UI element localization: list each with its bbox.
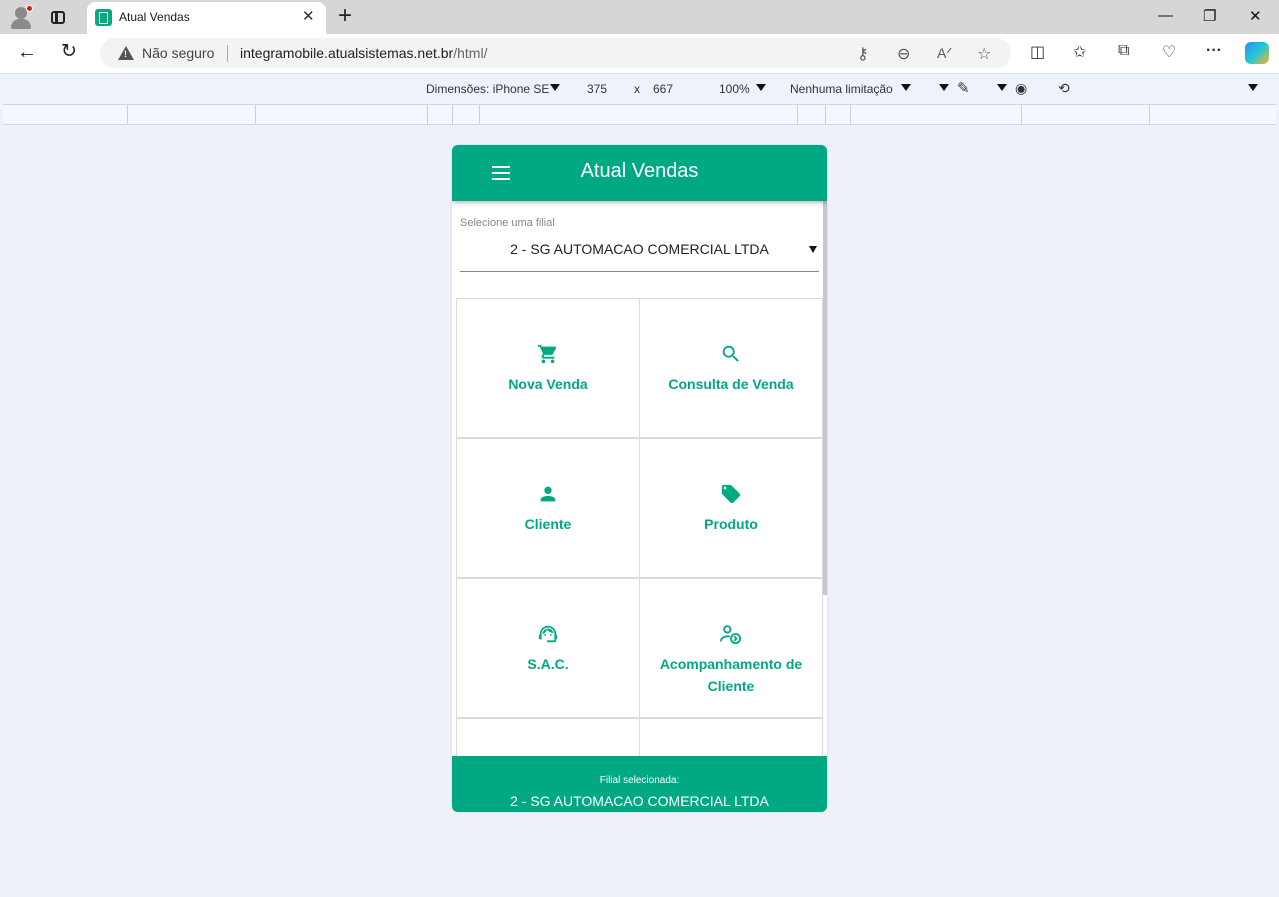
tab-strip: Atual Vendas ✕ + — ❐ ✕ <box>0 0 1279 34</box>
app-favicon-icon <box>95 9 112 26</box>
collections-icon[interactable]: ⧉ <box>1118 42 1129 60</box>
address-bar[interactable]: Não seguro integramobile.atualsistemas.n… <box>100 38 1011 68</box>
favorites-icon[interactable]: ✩ <box>1073 42 1086 62</box>
branch-select-label: Selecione uma filial <box>460 217 555 229</box>
key-icon[interactable]: ⚷ <box>857 44 869 64</box>
app-header: Atual Vendas <box>452 145 827 201</box>
new-tab-icon[interactable]: + <box>338 4 352 28</box>
favorite-star-icon[interactable]: ☆ <box>977 44 991 64</box>
person-track-icon <box>640 623 822 645</box>
tile-label: Nova Venda <box>508 376 588 392</box>
dimensions-dropdown-icon[interactable] <box>550 84 560 91</box>
eyedropper-dropdown-icon[interactable] <box>939 84 949 91</box>
dimension-separator: x <box>634 82 640 96</box>
url-host: integramobile.atualsistemas.net.br <box>240 45 454 61</box>
zoom-out-icon[interactable]: ⊖ <box>897 44 910 64</box>
search-icon <box>640 343 822 365</box>
eyedropper-icon[interactable]: ✎ <box>957 79 970 97</box>
selected-branch-footer: Filial selecionada: 2 - SG AUTOMACAO COM… <box>452 756 827 812</box>
restore-button[interactable]: ❐ <box>1203 7 1216 25</box>
tile-label: S.A.C. <box>527 656 569 672</box>
media-query-ruler <box>3 104 1276 125</box>
tile-label: Produto <box>704 516 758 532</box>
profile-avatar-icon[interactable] <box>10 5 34 29</box>
tile-nova-venda[interactable]: Nova Venda <box>456 298 640 438</box>
read-aloud-icon[interactable]: Aᐟ <box>937 45 952 62</box>
back-arrow-icon[interactable]: ← <box>17 40 37 64</box>
branch-select[interactable]: Selecione uma filial 2 - SG AUTOMACAO CO… <box>460 217 819 272</box>
device-width-input[interactable]: 375 <box>587 82 607 96</box>
browser-tab-active[interactable]: Atual Vendas ✕ <box>87 2 326 34</box>
split-screen-icon[interactable]: ◫ <box>1030 42 1045 62</box>
dropdown-arrow-icon[interactable] <box>809 246 817 253</box>
zoom-select[interactable]: 100% <box>719 82 750 96</box>
scrollbar[interactable] <box>823 201 827 595</box>
url-path: /html/ <box>453 45 488 61</box>
device-viewport: Atual Vendas Selecione uma filial 2 - SG… <box>452 145 827 812</box>
warning-icon[interactable] <box>118 46 134 60</box>
browser-toolbar: ← ↻ Não seguro integramobile.atualsistem… <box>0 34 1279 73</box>
tile-consulta-de-venda[interactable]: Consulta de Venda <box>639 298 823 438</box>
tab-title: Atual Vendas <box>119 10 190 24</box>
tile-label: Acompanhamento de Cliente <box>659 656 803 694</box>
device-toolbar: Dimensões: iPhone SE 375 x 667 100% Nenh… <box>0 73 1279 104</box>
more-devtools-options-icon[interactable] <box>1248 84 1258 91</box>
tile-sac[interactable]: S.A.C. <box>456 578 640 718</box>
tag-icon <box>640 483 822 505</box>
url-text[interactable]: integramobile.atualsistemas.net.br/html/ <box>240 45 487 61</box>
more-options-icon[interactable]: ··· <box>1206 42 1222 60</box>
branch-select-value[interactable]: 2 - SG AUTOMACAO COMERCIAL LTDA <box>460 241 819 257</box>
throttling-select[interactable]: Nenhuma limitação <box>790 82 893 96</box>
tile-cliente[interactable]: Cliente <box>456 438 640 578</box>
footer-value: 2 - SG AUTOMACAO COMERCIAL LTDA <box>510 793 769 809</box>
tile-produto[interactable]: Produto <box>639 438 823 578</box>
device-dimensions-select[interactable]: Dimensões: iPhone SE <box>426 82 549 96</box>
person-icon <box>457 483 639 505</box>
tile-acompanhamento-de-cliente[interactable]: Acompanhamento de Cliente <box>639 578 823 718</box>
divider <box>227 45 228 62</box>
security-status[interactable]: Não seguro <box>142 45 214 61</box>
tile-label: Cliente <box>524 516 572 532</box>
support-agent-icon <box>457 623 639 645</box>
app-title: Atual Vendas <box>580 160 699 182</box>
tab-actions-icon[interactable] <box>48 8 68 26</box>
vision-deficiency-icon[interactable]: ◉ <box>1015 80 1027 97</box>
refresh-icon[interactable]: ↻ <box>61 40 77 64</box>
vision-dropdown-icon[interactable] <box>997 84 1007 91</box>
copilot-icon[interactable] <box>1245 42 1269 64</box>
rotate-device-icon[interactable]: ⟲ <box>1058 80 1070 97</box>
minimize-button[interactable]: — <box>1158 7 1173 24</box>
zoom-dropdown-icon[interactable] <box>756 84 766 91</box>
cart-icon <box>457 343 639 365</box>
tile-label: Consulta de Venda <box>668 376 794 392</box>
device-height-input[interactable]: 667 <box>653 82 673 96</box>
close-window-button[interactable]: ✕ <box>1249 7 1262 25</box>
throttling-dropdown-icon[interactable] <box>901 84 911 91</box>
browser-essentials-icon[interactable]: ♡ <box>1162 42 1176 62</box>
tab-close-icon[interactable]: ✕ <box>302 8 315 26</box>
footer-label: Filial selecionada: <box>599 775 680 786</box>
